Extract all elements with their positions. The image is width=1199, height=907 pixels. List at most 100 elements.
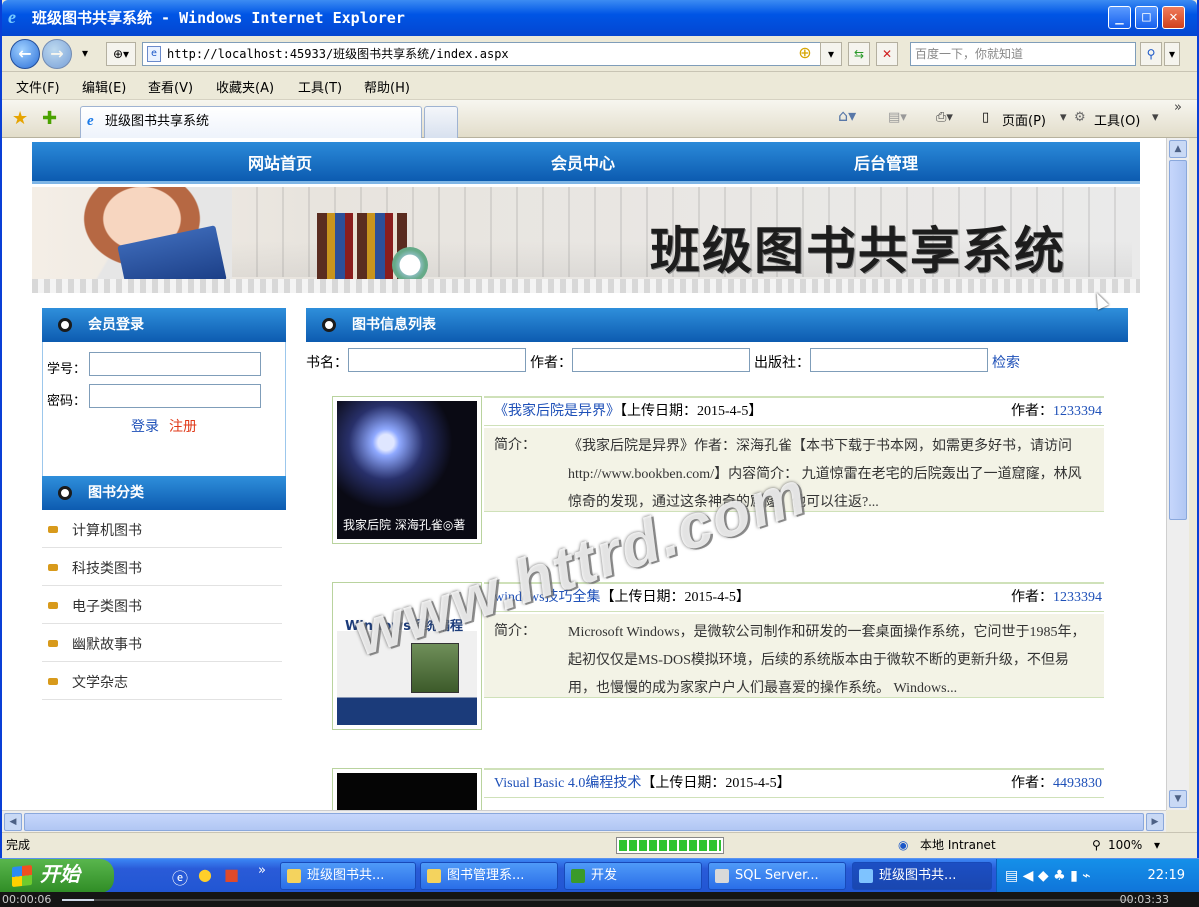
category-label: 电子类图书: [72, 599, 142, 615]
book-header: Visual Basic 4.0编程技术【上传日期：2015-4-5】 作者：4…: [484, 768, 1104, 798]
quicklaunch-app-icon[interactable]: ■: [224, 865, 239, 884]
register-link[interactable]: 注册: [169, 416, 197, 436]
scroll-down-icon[interactable]: ▼: [1169, 790, 1187, 808]
page-menu[interactable]: 页面(P): [1002, 110, 1046, 129]
ie-window: e 班级图书共享系统 - Windows Internet Explorer _…: [0, 0, 1199, 907]
category-item[interactable]: 计算机图书: [42, 510, 282, 548]
horizontal-scrollbar[interactable]: ◀ ▶: [2, 810, 1166, 832]
menu-view[interactable]: 查看(V): [148, 77, 193, 96]
menu-help[interactable]: 帮助(H): [364, 77, 410, 96]
tools-menu[interactable]: 工具(O): [1094, 110, 1140, 129]
task-label: 班级图书共...: [307, 868, 385, 883]
bullet-icon: [58, 318, 72, 332]
nav-admin[interactable]: 后台管理: [854, 150, 918, 174]
seek-bar[interactable]: [62, 899, 1132, 901]
author-link[interactable]: 4493830: [1053, 776, 1102, 791]
stop-icon[interactable]: ✕: [876, 42, 898, 66]
nav-member[interactable]: 会员中心: [551, 150, 615, 174]
add-favorite-icon[interactable]: ✚: [42, 108, 57, 129]
back-button[interactable]: ←: [10, 39, 40, 69]
book-cover[interactable]: [332, 768, 482, 810]
task-item[interactable]: 图书管理系...: [420, 862, 558, 890]
menu-tools[interactable]: 工具(T): [298, 77, 342, 96]
publisher-input[interactable]: [810, 348, 988, 372]
password-input[interactable]: [89, 384, 261, 408]
author-label: 作者：: [530, 355, 572, 371]
page-menu-arrow-icon[interactable]: ▾: [1060, 110, 1067, 125]
new-tab-button[interactable]: [424, 106, 458, 138]
menu-favorites[interactable]: 收藏夹(A): [216, 77, 274, 96]
maximize-button[interactable]: □: [1135, 6, 1158, 29]
scroll-left-icon[interactable]: ◀: [4, 813, 22, 831]
ie-quicklaunch-icon[interactable]: ⓔ: [172, 865, 188, 889]
task-item[interactable]: SQL Server...: [708, 862, 846, 890]
category-label: 文学杂志: [72, 675, 128, 691]
login-link[interactable]: 登录: [131, 416, 159, 436]
task-icon: [287, 869, 301, 883]
author-label: 作者：: [1011, 590, 1053, 605]
url-dropdown-icon[interactable]: ▾: [820, 42, 842, 66]
category-item[interactable]: 幽默故事书: [42, 624, 282, 662]
history-dropdown-icon[interactable]: ▾: [74, 42, 96, 66]
book-intro: 简介： Microsoft Windows，是微软公司制作和研发的一套桌面操作系…: [484, 614, 1104, 698]
book-cover[interactable]: Windows系统编程: [332, 582, 482, 730]
login-panel-header: 会员登录: [42, 308, 286, 342]
book-cover[interactable]: 我家后院 深海孔雀◎著: [332, 396, 482, 544]
refresh-icon[interactable]: ⇆: [848, 42, 870, 66]
book-title-link[interactable]: Visual Basic 4.0编程技术: [494, 776, 641, 791]
feeds-icon[interactable]: ▤▾: [888, 110, 907, 125]
author-input[interactable]: [572, 348, 750, 372]
category-item[interactable]: 文学杂志: [42, 662, 282, 700]
search-input[interactable]: 百度一下，你就知道: [910, 42, 1136, 66]
vertical-scrollbar[interactable]: ▲ ▼: [1166, 138, 1189, 810]
search-icon[interactable]: ⚲: [1140, 42, 1162, 66]
quicklaunch-more-icon[interactable]: »: [258, 863, 266, 878]
student-id-input[interactable]: [89, 352, 261, 376]
add-tab-icon[interactable]: ⊕▾: [106, 42, 136, 66]
nav-home[interactable]: 网站首页: [248, 150, 312, 174]
book-title-link[interactable]: windows技巧全集: [494, 590, 601, 605]
chevron-more-icon[interactable]: »: [1174, 100, 1182, 115]
book-author: 作者：1233394: [1011, 398, 1102, 426]
task-item[interactable]: 班级图书共...: [280, 862, 416, 890]
print-icon[interactable]: ⎙▾: [936, 110, 953, 125]
tray-icons[interactable]: ▤ ◀ ◆ ♣ ▮ ⌁: [1005, 859, 1091, 893]
book-title-link[interactable]: 《我家后院是异界》: [494, 404, 620, 419]
favorites-star-icon[interactable]: ★: [12, 108, 28, 129]
forward-button[interactable]: →: [42, 39, 72, 69]
zoom-dropdown-icon[interactable]: ▾: [1154, 833, 1160, 857]
menu-edit[interactable]: 编辑(E): [82, 77, 126, 96]
scroll-right-icon[interactable]: ▶: [1146, 813, 1164, 831]
intranet-icon: ◉: [898, 838, 909, 852]
category-item[interactable]: 科技类图书: [42, 548, 282, 586]
author-link[interactable]: 1233394: [1053, 590, 1102, 605]
search-button[interactable]: 检索: [992, 352, 1020, 372]
search-options-icon[interactable]: ▾: [1164, 42, 1180, 66]
scroll-up-icon[interactable]: ▲: [1169, 140, 1187, 158]
task-item-active[interactable]: 班级图书共...: [852, 862, 992, 890]
tools-menu-arrow-icon[interactable]: ▾: [1152, 110, 1159, 125]
address-toolbar: ← → ▾ ⊕▾ e http://localhost:45933/班级图书共享…: [2, 36, 1197, 72]
menu-file[interactable]: 文件(F): [16, 77, 60, 96]
title-bar: e 班级图书共享系统 - Windows Internet Explorer _…: [2, 0, 1197, 36]
task-item[interactable]: 开发: [564, 862, 702, 890]
cover-text: Windows系统编程: [345, 619, 464, 634]
zoom-icon[interactable]: ⚲: [1092, 833, 1101, 857]
book-name-input[interactable]: [348, 348, 526, 372]
close-button[interactable]: ✕: [1162, 6, 1185, 29]
scroll-thumb[interactable]: [1169, 160, 1187, 520]
minimize-button[interactable]: _: [1108, 6, 1131, 29]
page-viewport: 网站首页 会员中心 后台管理 班级图书共享系统 会员登录 学号： 密码： 登录 …: [2, 138, 1166, 810]
home-icon[interactable]: ⌂▾: [838, 106, 856, 125]
url-input[interactable]: e http://localhost:45933/班级图书共享系统/index.…: [142, 42, 822, 66]
tab-current[interactable]: e 班级图书共享系统: [80, 106, 422, 138]
compat-icon[interactable]: ⊕: [794, 42, 816, 66]
quicklaunch-icon[interactable]: ●: [198, 865, 212, 884]
author-label: 作者：: [1011, 776, 1053, 791]
author-link[interactable]: 1233394: [1053, 404, 1102, 419]
category-item[interactable]: 电子类图书: [42, 586, 282, 624]
hscroll-thumb[interactable]: [24, 813, 1144, 831]
start-button[interactable]: 开始: [0, 859, 114, 893]
zoom-level[interactable]: 100%: [1108, 833, 1142, 857]
tab-label: 班级图书共享系统: [105, 114, 210, 129]
